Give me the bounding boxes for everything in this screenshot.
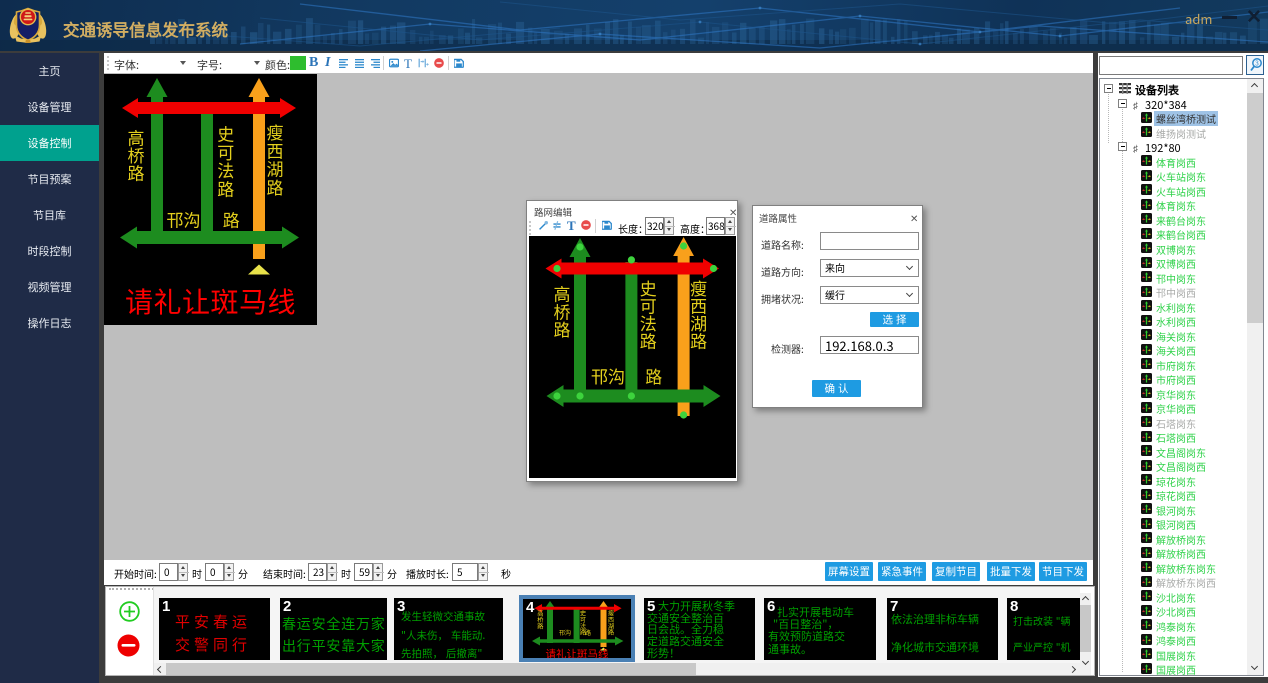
svg-text:路: 路	[217, 176, 234, 201]
svg-text:路: 路	[537, 621, 544, 630]
svg-text:路: 路	[585, 628, 591, 637]
svg-text:路: 路	[267, 174, 284, 199]
svg-text:请礼让斑马线: 请礼让斑马线	[546, 647, 609, 659]
svg-text:路: 路	[690, 328, 707, 353]
svg-text:路: 路	[554, 316, 571, 341]
svg-text:路: 路	[640, 328, 657, 353]
svg-text:邗: 邗	[167, 206, 184, 231]
svg-text:3: 3	[1255, 59, 1259, 69]
svg-text:沟: 沟	[608, 363, 625, 388]
svg-text:路: 路	[645, 363, 662, 388]
svg-text:请礼让斑马线: 请礼让斑马线	[125, 281, 296, 321]
svg-text:路: 路	[128, 160, 145, 185]
svg-text:沟: 沟	[184, 206, 201, 231]
svg-text:邗沟: 邗沟	[559, 628, 571, 637]
svg-text:路: 路	[223, 206, 240, 231]
svg-text:邗: 邗	[591, 363, 608, 388]
svg-text:路: 路	[608, 628, 615, 637]
